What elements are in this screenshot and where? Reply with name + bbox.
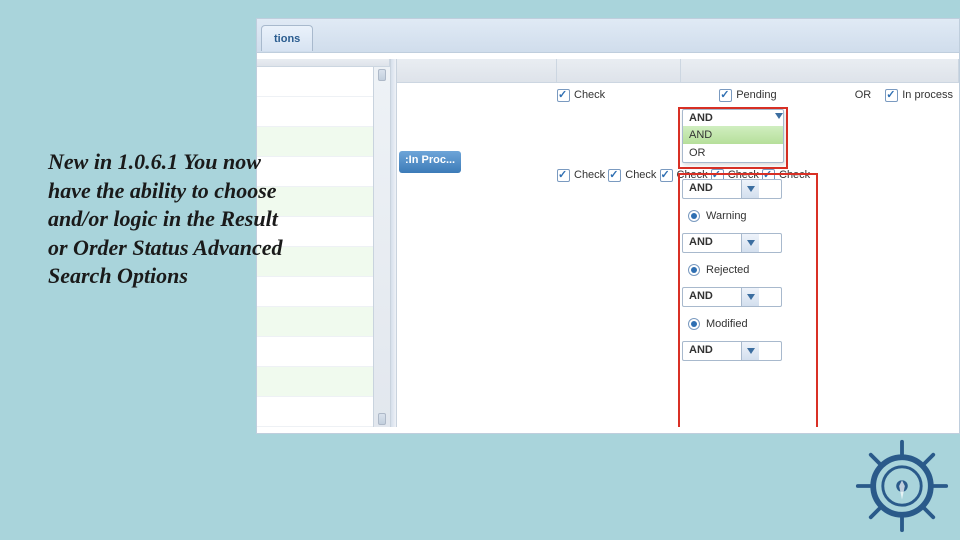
- chevron-down-icon[interactable]: [741, 288, 759, 306]
- list-item[interactable]: [257, 307, 373, 337]
- rejected-radio[interactable]: Rejected: [688, 264, 749, 276]
- logic-combo[interactable]: AND: [682, 341, 782, 361]
- panes: Check Pending OR In process :In Proc...: [257, 53, 959, 427]
- modified-radio[interactable]: Modified: [688, 318, 748, 330]
- or-text: OR: [855, 89, 872, 101]
- logic-status-column: AND Warning AND: [682, 179, 812, 361]
- pending-checkbox[interactable]: Pending: [719, 89, 776, 102]
- left-scrollbar[interactable]: [373, 67, 390, 427]
- list-item[interactable]: [257, 367, 373, 397]
- check-checkbox[interactable]: Check: [557, 89, 605, 102]
- chevron-down-icon[interactable]: [741, 342, 759, 360]
- top-filter-row: Check Pending OR In process: [557, 83, 953, 109]
- logic-combo[interactable]: AND: [682, 179, 782, 199]
- check-checkbox[interactable]: Check: [608, 141, 656, 209]
- chevron-down-icon[interactable]: [775, 110, 783, 126]
- chevron-down-icon[interactable]: [741, 234, 759, 252]
- pending-label: Pending: [736, 89, 776, 101]
- logic-combo-open[interactable]: AND AND OR: [682, 109, 784, 163]
- ship-wheel-logo: [854, 438, 950, 534]
- warning-radio[interactable]: Warning: [688, 210, 747, 222]
- inprocess-label: In process: [902, 89, 953, 101]
- chevron-down-icon[interactable]: [741, 180, 759, 198]
- main-pane: Check Pending OR In process :In Proc...: [397, 59, 959, 427]
- filter-pill[interactable]: :In Proc...: [399, 151, 461, 173]
- logic-combo[interactable]: AND: [682, 287, 782, 307]
- feature-description: New in 1.0.6.1 You now have the ability …: [48, 148, 288, 291]
- app-window: tions: [256, 18, 960, 434]
- tab-options[interactable]: tions: [261, 25, 313, 51]
- check-checkbox[interactable]: Check: [557, 141, 605, 209]
- tab-bar: tions: [257, 19, 959, 53]
- check-label: Check: [574, 89, 605, 101]
- combo-option-and[interactable]: AND: [683, 126, 783, 144]
- inprocess-checkbox[interactable]: In process: [885, 89, 953, 102]
- combo-option-or[interactable]: OR: [683, 144, 783, 162]
- logic-combo[interactable]: AND: [682, 233, 782, 253]
